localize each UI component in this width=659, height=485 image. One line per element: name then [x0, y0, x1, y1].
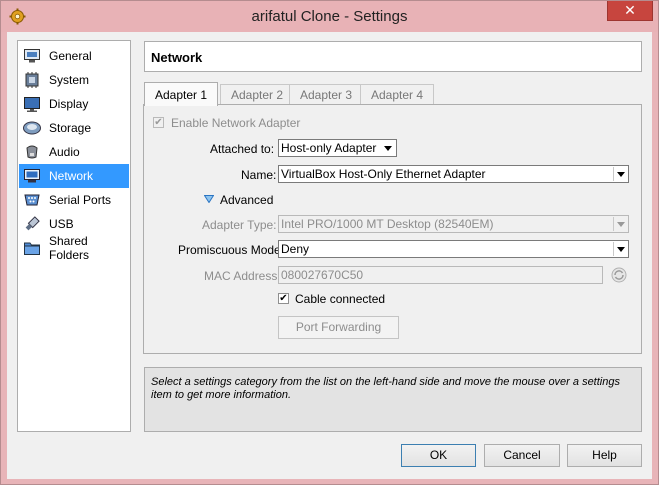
tab-adapter-4[interactable]: Adapter 4: [360, 84, 435, 105]
category-list[interactable]: General System Display Storage Audio Net…: [17, 40, 131, 432]
sidebar-item-label: Audio: [49, 145, 80, 159]
enable-adapter-checkbox[interactable]: ✔: [153, 117, 164, 128]
sidebar-item-label: Serial Ports: [49, 193, 112, 207]
display-icon: [23, 95, 41, 113]
adapter-type-value: Intel PRO/1000 MT Desktop (82540EM): [281, 217, 494, 231]
name-value: VirtualBox Host-Only Ethernet Adapter: [281, 167, 486, 181]
system-icon: [23, 71, 41, 89]
cancel-button[interactable]: Cancel: [484, 444, 560, 467]
adapter-panel: ✔ Enable Network Adapter Attached to: Ho…: [143, 104, 642, 354]
title-bar[interactable]: arifatul Clone - Settings ✕: [1, 1, 658, 32]
attached-to-select[interactable]: Host-only Adapter: [278, 139, 397, 157]
port-forwarding-button[interactable]: Port Forwarding: [278, 316, 399, 339]
tab-adapter-1[interactable]: Adapter 1: [144, 82, 219, 106]
sidebar-item-storage[interactable]: Storage: [19, 116, 129, 140]
promiscuous-mode-value: Deny: [281, 242, 310, 256]
name-label: Name:: [241, 168, 277, 182]
info-text: Select a settings category from the list…: [144, 367, 642, 432]
refresh-mac-icon[interactable]: [611, 267, 627, 283]
adapter-type-label: Adapter Type:: [202, 218, 277, 232]
promiscuous-mode-select[interactable]: Deny: [278, 240, 629, 258]
enable-adapter-label: Enable Network Adapter: [171, 116, 301, 130]
close-icon: ✕: [624, 2, 636, 18]
checkmark-icon: ✔: [279, 293, 288, 304]
attached-to-label: Attached to:: [210, 142, 275, 156]
chevron-down-icon: [613, 242, 627, 256]
advanced-label[interactable]: Advanced: [220, 193, 273, 207]
chevron-down-icon: [381, 141, 395, 155]
ok-button[interactable]: OK: [401, 444, 476, 467]
sidebar-item-network[interactable]: Network: [19, 164, 129, 188]
sidebar-item-label: Display: [49, 97, 89, 111]
dialog-client: General System Display Storage Audio Net…: [7, 32, 652, 479]
advanced-expander-icon[interactable]: [204, 195, 214, 203]
window-title: arifatul Clone - Settings: [251, 8, 408, 25]
sidebar-item-display[interactable]: Display: [19, 92, 129, 116]
sidebar-item-label: General: [49, 49, 92, 63]
audio-icon: [23, 143, 41, 161]
shared-folders-icon: [23, 239, 41, 257]
adapter-type-select[interactable]: Intel PRO/1000 MT Desktop (82540EM): [278, 215, 629, 233]
sidebar-item-label: USB: [49, 217, 74, 231]
chevron-down-icon: [613, 217, 627, 231]
general-icon: [23, 47, 41, 65]
promiscuous-mode-label: Promiscuous Mode:: [178, 243, 285, 257]
storage-icon: [23, 119, 41, 137]
mac-address-label: MAC Address:: [204, 269, 281, 283]
checkmark-icon: ✔: [154, 117, 163, 128]
sidebar-item-shared-folders[interactable]: Shared Folders: [19, 234, 129, 262]
name-select[interactable]: VirtualBox Host-Only Ethernet Adapter: [278, 165, 629, 183]
sidebar-item-label: Shared Folders: [49, 234, 90, 262]
help-button[interactable]: Help: [567, 444, 642, 467]
tab-adapter-2[interactable]: Adapter 2: [220, 84, 295, 105]
sidebar-item-general[interactable]: General: [19, 44, 129, 68]
network-icon: [23, 167, 41, 185]
tab-adapter-3[interactable]: Adapter 3: [289, 84, 364, 105]
sidebar-item-label: Storage: [49, 121, 92, 135]
cable-connected-checkbox[interactable]: ✔: [278, 293, 289, 304]
mac-address-field[interactable]: 080027670C50: [278, 266, 603, 284]
chevron-down-icon: [613, 167, 627, 181]
settings-window: arifatul Clone - Settings ✕ General Syst…: [0, 0, 659, 485]
cable-connected-label: Cable connected: [295, 292, 386, 306]
close-button[interactable]: ✕: [607, 1, 653, 21]
sidebar-item-serial-ports[interactable]: Serial Ports: [19, 188, 129, 212]
serial-ports-icon: [23, 191, 41, 209]
sidebar-item-label: Network: [49, 169, 94, 183]
sidebar-item-label: System: [49, 73, 90, 87]
sidebar-item-system[interactable]: System: [19, 68, 129, 92]
sidebar-item-usb[interactable]: USB: [19, 212, 129, 236]
page-title: Network: [144, 41, 642, 72]
usb-icon: [23, 215, 41, 233]
sidebar-item-audio[interactable]: Audio: [19, 140, 129, 164]
attached-to-value: Host-only Adapter: [281, 141, 377, 155]
